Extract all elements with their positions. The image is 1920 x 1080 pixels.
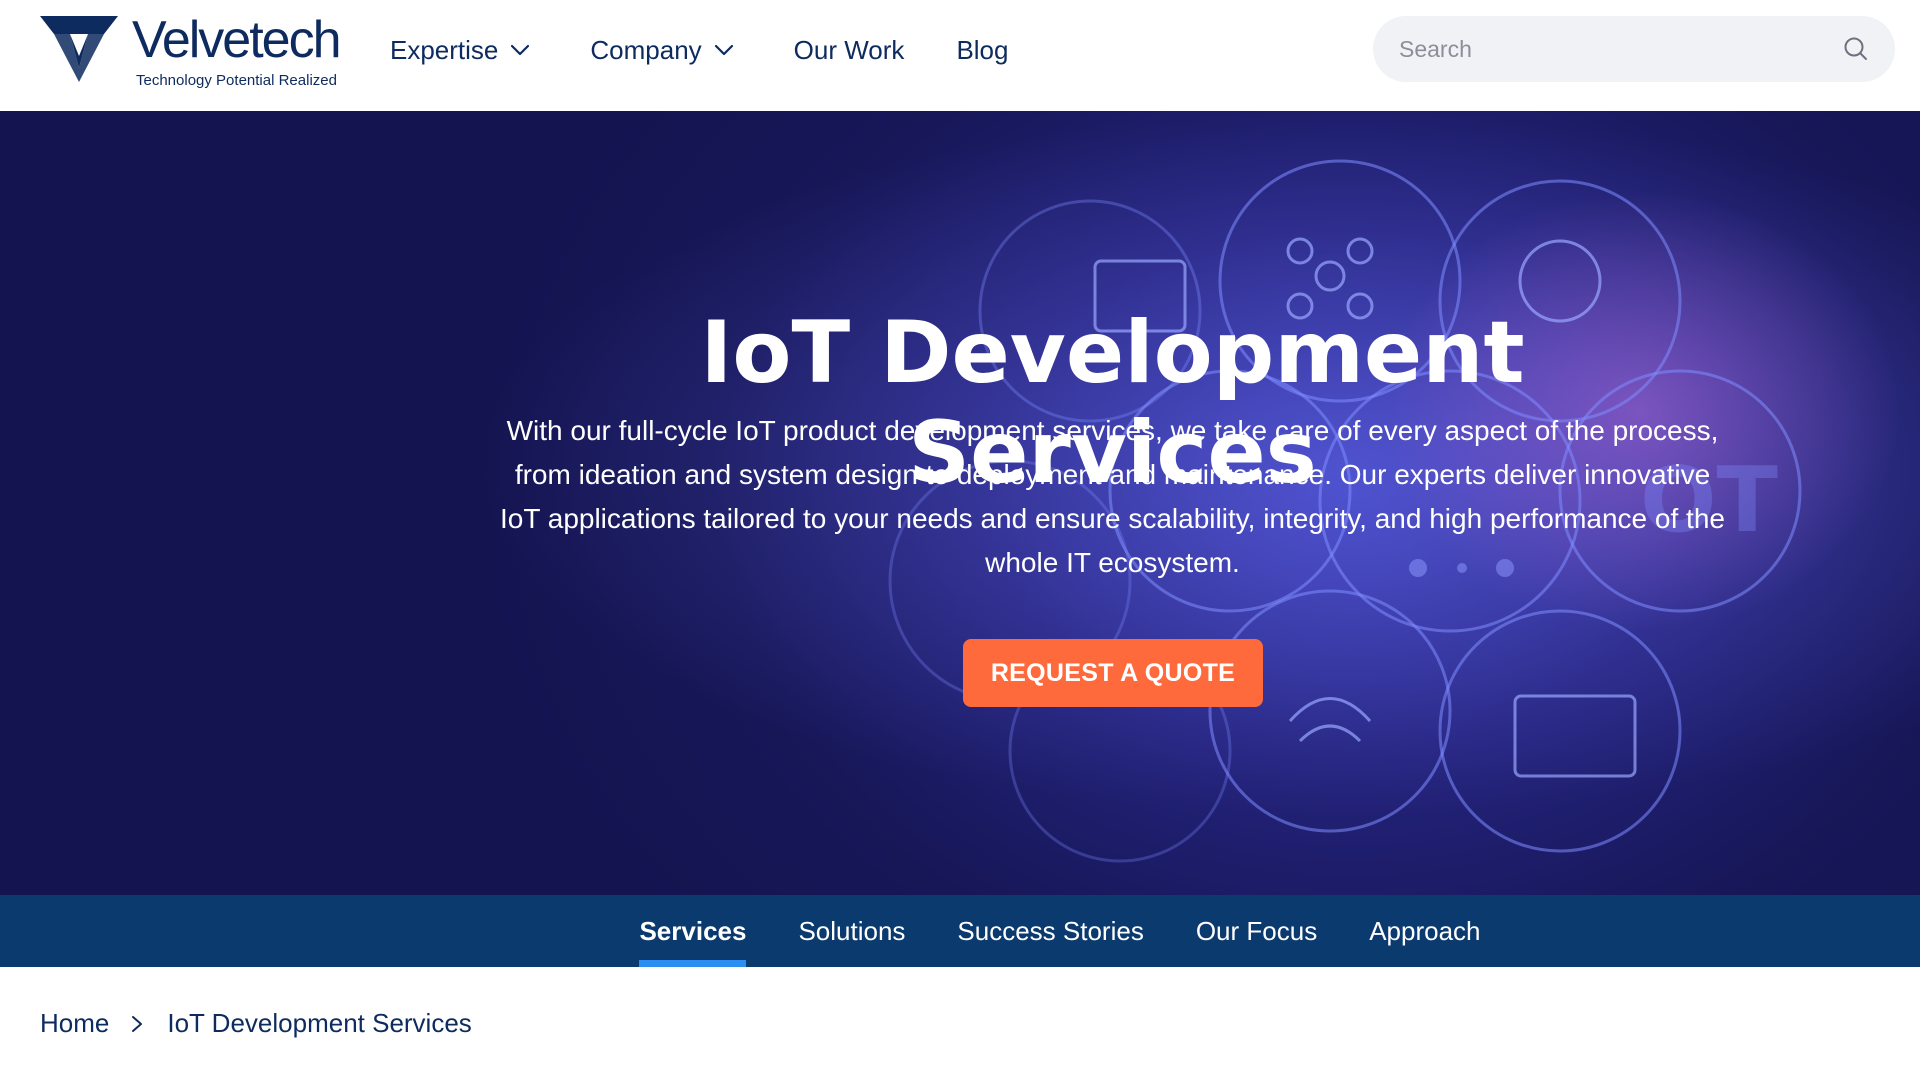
section-tabs-list: Services Solutions Success Stories Our F… <box>613 895 1506 967</box>
nav-item-expertise[interactable]: Expertise <box>390 35 530 66</box>
tab-label: Services <box>639 915 747 946</box>
tab-label: Solutions <box>798 915 906 946</box>
brand-tagline: Technology Potential Realized <box>136 72 337 89</box>
chevron-down-icon <box>714 44 733 56</box>
main-nav: Expertise Company Our Work Blog <box>390 28 1008 72</box>
nav-item-label: Blog <box>956 34 1009 65</box>
search-input[interactable] <box>1399 35 1819 63</box>
tab-label: Success Stories <box>957 915 1144 946</box>
tab-services[interactable]: Services <box>639 895 747 967</box>
active-tab-indicator <box>639 960 747 967</box>
nav-item-label: Company <box>590 34 702 65</box>
nav-item-our-work[interactable]: Our Work <box>794 35 905 66</box>
nav-item-label: Our Work <box>793 34 905 65</box>
tab-our-focus[interactable]: Our Focus <box>1196 895 1317 967</box>
brand-name: Velvetech <box>132 11 341 69</box>
breadcrumb-current: IoT Development Services <box>167 1008 472 1038</box>
tab-label: Our Focus <box>1195 915 1318 946</box>
chevron-down-icon <box>511 44 530 56</box>
breadcrumb-home-link[interactable]: Home <box>40 1008 109 1039</box>
site-header: Velvetech Technology Potential Realized … <box>0 0 1920 111</box>
tab-label: Approach <box>1369 915 1481 946</box>
search-box <box>1373 16 1895 82</box>
velvetech-logo-icon <box>40 16 118 82</box>
hero-section: OT IoT Development Services With our ful… <box>0 111 1920 895</box>
search-icon[interactable] <box>1843 36 1869 62</box>
tab-approach[interactable]: Approach <box>1369 895 1480 967</box>
hero-description: With our full-cycle IoT product developm… <box>500 415 1725 578</box>
breadcrumb: Home IoT Development Services <box>40 1008 472 1039</box>
chevron-right-icon <box>132 1015 143 1032</box>
section-tabs: Services Solutions Success Stories Our F… <box>0 895 1920 967</box>
tab-solutions[interactable]: Solutions <box>798 895 905 967</box>
request-quote-button[interactable]: REQUEST A QUOTE <box>963 639 1263 707</box>
nav-item-blog[interactable]: Blog <box>956 35 1008 66</box>
nav-item-company[interactable]: Company <box>590 35 733 66</box>
tab-success-stories[interactable]: Success Stories <box>957 895 1143 967</box>
logo-text: Velvetech Technology Potential Realized <box>132 11 341 89</box>
logo[interactable]: Velvetech Technology Potential Realized <box>40 14 360 94</box>
nav-item-label: Expertise <box>390 34 499 65</box>
